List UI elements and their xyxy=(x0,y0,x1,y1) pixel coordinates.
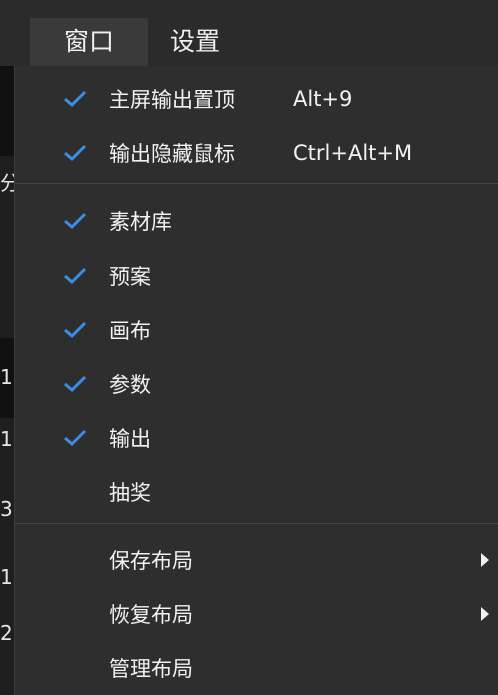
left-strip-row: 3 xyxy=(0,498,13,520)
menu-item-output-hide-mouse[interactable]: 输出隐藏鼠标 Ctrl+Alt+M xyxy=(15,126,498,180)
menu-item-parameters[interactable]: 参数 xyxy=(15,357,498,411)
menu-item-material-library[interactable]: 素材库 xyxy=(15,194,498,248)
menu-item-label: 参数 xyxy=(109,373,151,397)
menu-item-output[interactable]: 输出 xyxy=(15,411,498,465)
check-icon xyxy=(64,375,87,393)
left-strip-block xyxy=(0,66,14,156)
check-icon xyxy=(64,90,87,108)
menu-item-manage-layout[interactable]: 管理布局 xyxy=(15,641,498,695)
check-icon xyxy=(64,321,87,339)
menu-item-label: 主屏输出置顶 xyxy=(109,88,235,112)
menu-item-restore-layout[interactable]: 恢复布局 xyxy=(15,587,498,641)
submenu-arrow-icon xyxy=(481,607,489,621)
menu-item-label: 保存布局 xyxy=(109,549,193,573)
left-strip-row: 1 xyxy=(0,428,13,450)
menu-item-preset[interactable]: 预案 xyxy=(15,249,498,303)
menu-window[interactable]: 窗口 xyxy=(30,18,148,66)
left-strip-row: 1 xyxy=(0,566,13,588)
window-menu-dropdown: 主屏输出置顶 Alt+9 输出隐藏鼠标 Ctrl+Alt+M 素材库 预案 画布… xyxy=(14,66,498,695)
menu-item-label: 预案 xyxy=(109,265,151,289)
menu-item-shortcut: Alt+9 xyxy=(293,87,353,111)
menu-item-label: 输出 xyxy=(109,427,151,451)
menu-item-lottery[interactable]: 抽奖 xyxy=(15,465,498,519)
menu-item-label: 输出隐藏鼠标 xyxy=(109,142,235,166)
menu-item-label: 管理布局 xyxy=(109,657,193,681)
menu-item-main-output-on-top[interactable]: 主屏输出置顶 Alt+9 xyxy=(15,72,498,126)
app-root: 窗口 设置 分 1 1 3 1 2 主屏输出置顶 Alt+9 输出隐藏鼠标 Ct… xyxy=(0,0,498,695)
check-icon xyxy=(64,144,87,162)
background-panel-edge: 分 1 1 3 1 2 xyxy=(0,66,14,695)
menu-item-label: 画布 xyxy=(109,319,151,343)
menu-separator xyxy=(15,183,498,184)
submenu-arrow-icon xyxy=(481,553,489,567)
menubar: 窗口 设置 xyxy=(0,0,498,66)
menu-item-canvas[interactable]: 画布 xyxy=(15,303,498,357)
left-strip-row: 分 xyxy=(0,172,14,194)
left-strip-row: 2 xyxy=(0,622,13,644)
check-icon xyxy=(64,267,87,285)
menu-item-shortcut: Ctrl+Alt+M xyxy=(293,141,413,165)
menu-separator xyxy=(15,523,498,524)
check-icon xyxy=(64,429,87,447)
menu-settings[interactable]: 设置 xyxy=(170,18,290,66)
menu-item-label: 恢复布局 xyxy=(109,603,193,627)
menu-item-save-layout[interactable]: 保存布局 xyxy=(15,533,498,587)
menu-item-label: 素材库 xyxy=(109,210,172,234)
left-strip-row: 1 xyxy=(0,366,13,388)
check-icon xyxy=(64,212,87,230)
menu-item-label: 抽奖 xyxy=(109,481,151,505)
